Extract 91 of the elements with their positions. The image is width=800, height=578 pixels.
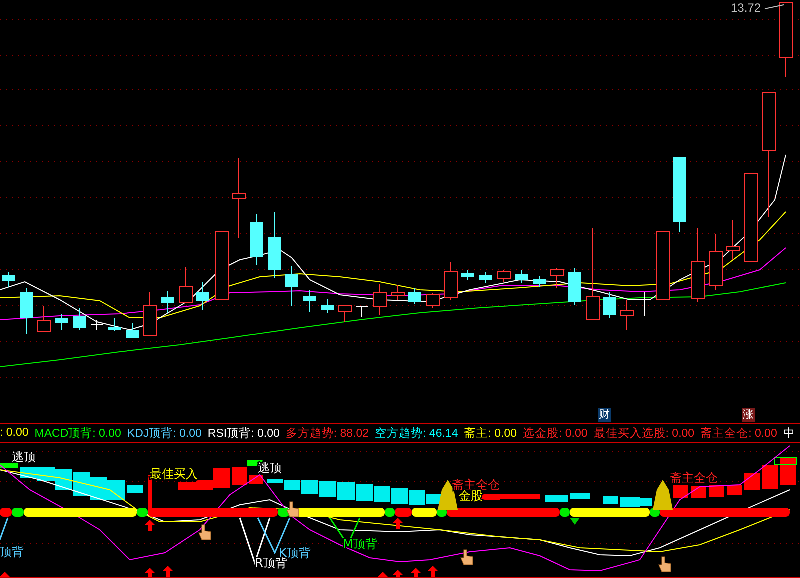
candlestick <box>90 320 104 330</box>
candlestick <box>391 284 405 300</box>
candlestick <box>215 232 229 300</box>
candlestick <box>462 270 474 280</box>
indicator-value: MACD顶背: 0.00 <box>34 426 122 441</box>
pointing-hand-icon <box>658 556 672 572</box>
indicator-value: 空方趋势: 46.14 <box>375 426 458 441</box>
candlestick <box>638 292 652 316</box>
candlestick <box>162 290 174 314</box>
pointing-hand-icon <box>460 550 474 566</box>
candlestick <box>250 214 264 266</box>
candlestick <box>37 306 51 332</box>
signal-label: 斋主全仓 <box>670 471 718 485</box>
histogram-bar <box>744 473 760 490</box>
histogram-bar <box>337 482 355 500</box>
indicator-value: 中 <box>783 426 796 441</box>
buy-signal-bar <box>148 475 152 515</box>
candlestick <box>304 290 316 312</box>
candlestick <box>74 308 86 330</box>
up-arrow-icon <box>393 518 403 529</box>
histogram-bar <box>374 486 390 502</box>
candlestick <box>604 292 616 318</box>
candlestick <box>196 282 210 310</box>
indicator-value: 斋主全仓: 0.00 <box>700 426 778 441</box>
indicator-value: : 0.00 <box>0 427 29 440</box>
histogram-bar <box>73 472 90 496</box>
candlestick <box>550 268 564 288</box>
candlestick <box>709 234 723 290</box>
histogram-bar <box>301 480 318 494</box>
candlestick <box>534 276 546 288</box>
candlestick <box>408 288 422 304</box>
histogram-bar <box>0 463 18 468</box>
candlestick <box>726 220 740 260</box>
event-marker[interactable]: 涨 <box>742 408 755 422</box>
event-marker[interactable]: 财 <box>598 408 611 422</box>
histogram-bar <box>127 485 143 493</box>
candlestick <box>620 300 634 330</box>
candlestick <box>497 270 511 282</box>
up-arrow-icon <box>163 566 173 577</box>
histogram-bar <box>545 495 568 502</box>
indicator-value: 最佳买入选股: 0.00 <box>594 426 695 441</box>
candlestick <box>56 314 68 330</box>
up-arrow-icon <box>145 568 155 577</box>
up-arrow-icon <box>428 566 438 577</box>
signal-label: 逃顶 <box>258 461 282 475</box>
candlestick <box>480 272 492 284</box>
candlestick <box>179 266 193 304</box>
price-label: 13.72 <box>731 1 762 15</box>
histogram-bar <box>709 485 724 497</box>
histogram-bar <box>620 497 640 507</box>
indicator-value: 选金股: 0.00 <box>523 426 588 441</box>
candlestick <box>286 266 298 306</box>
signal-label: 顶背 <box>0 545 24 559</box>
histogram-bar <box>570 493 590 499</box>
histogram-bar <box>319 481 336 497</box>
pointing-hand-icon <box>286 502 300 518</box>
candlestick <box>322 298 334 314</box>
down-arrow-icon <box>570 518 580 525</box>
candlestick <box>268 212 282 278</box>
histogram-bar <box>356 484 373 501</box>
histogram-bar <box>727 485 742 495</box>
signal-label: 逃顶 <box>12 450 36 464</box>
candlestick <box>126 322 140 338</box>
histogram-bar <box>603 496 618 504</box>
candlestick <box>338 306 352 322</box>
histogram-bar <box>691 486 706 498</box>
up-arrow-icon <box>0 572 10 577</box>
up-arrow-icon <box>145 520 155 531</box>
candlestick <box>143 292 157 336</box>
indicator-value: 多方趋势: 88.02 <box>286 426 370 441</box>
candlestick <box>568 268 582 306</box>
candlestick <box>656 232 670 300</box>
candlestick <box>108 318 122 332</box>
candlestick <box>516 270 528 284</box>
candlestick <box>426 292 440 308</box>
candlestick <box>444 262 458 300</box>
divergence-line <box>0 518 9 540</box>
pointing-hand-icon <box>198 524 212 540</box>
candlestick <box>20 288 34 334</box>
candlestick <box>356 306 368 318</box>
signal-band-segment <box>0 508 12 517</box>
leader-line <box>764 4 784 10</box>
signal-label: 最佳买入 <box>150 467 198 481</box>
candlestick <box>2 272 16 288</box>
indicator-value: 斋主: 0.00 <box>464 426 517 441</box>
histogram-bar <box>391 488 408 504</box>
indicator-value: RSI顶背: 0.00 <box>208 426 280 441</box>
histogram-bar <box>107 480 125 500</box>
indicator-value: KDJ顶背: 0.00 <box>127 426 202 441</box>
candlestick <box>373 284 387 316</box>
histogram-bar <box>673 485 688 498</box>
